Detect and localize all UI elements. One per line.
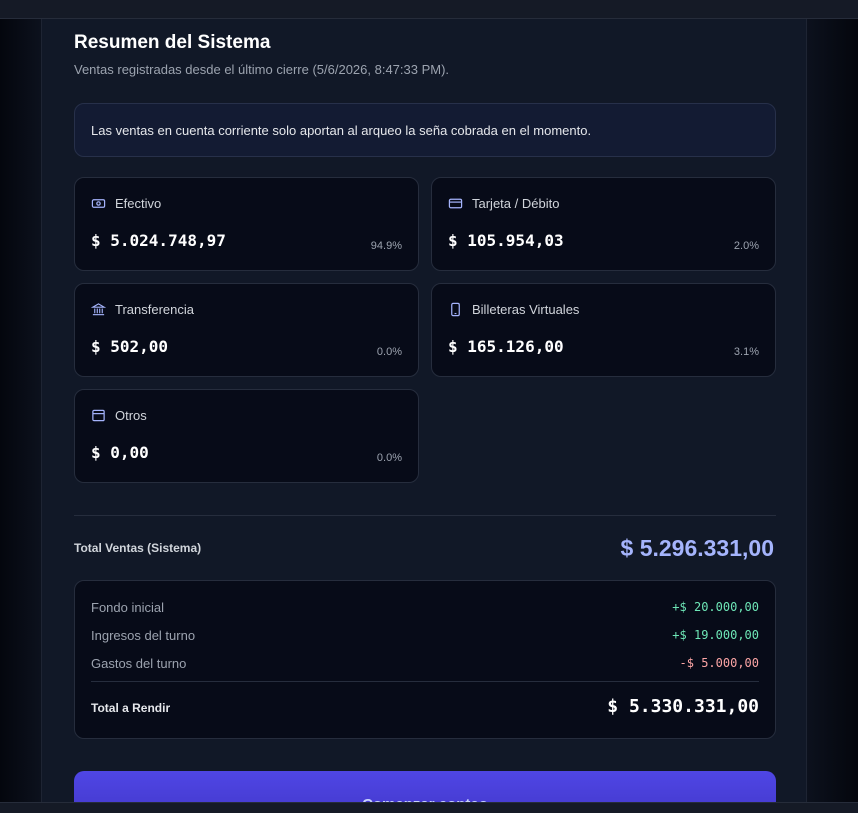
right-backdrop [807,19,858,802]
left-backdrop [0,19,41,802]
summary-row-label: Fondo inicial [91,599,164,615]
notice-text: Las ventas en cuenta corriente solo apor… [91,122,592,138]
info-notice: Las ventas en cuenta corriente solo apor… [74,103,776,157]
summary-row-income: Ingresos del turno +$ 19.000,00 [91,626,759,644]
top-bar [0,0,858,19]
card-amount: $ 502,00 [91,337,169,356]
page-subtitle: Ventas registradas desde el último cierr… [74,62,450,77]
card-label: Efectivo [115,196,162,211]
start-count-button[interactable]: Comenzar conteo [74,771,776,802]
card-amount: $ 0,00 [91,443,149,462]
card-label: Billeteras Virtuales [472,302,580,317]
card-percent: 0.0% [376,346,402,358]
card-label: Otros [115,408,147,423]
summary-row-label: Ingresos del turno [91,627,196,643]
bank-icon [91,303,106,316]
total-to-render-value: $ 5.330.331,00 [607,696,759,717]
summary-divider [91,681,759,682]
section-divider [74,515,776,516]
card-percent: 3.1% [733,346,759,358]
card-percent: 0.0% [376,452,402,464]
total-to-render-label: Total a Rendir [91,701,171,715]
card-percent: 2.0% [733,240,759,252]
system-summary-panel[interactable]: Resumen del Sistema Ventas registradas d… [41,19,807,802]
payment-card-wallets: Billeteras Virtuales $ 165.126,00 3.1% [431,283,776,377]
smartphone-icon [451,302,460,317]
card-amount: $ 165.126,00 [448,337,564,356]
archive-icon [92,409,105,422]
credit-card-icon [448,198,463,209]
cash-summary-box: Fondo inicial +$ 20.000,00 Ingresos del … [74,580,776,739]
cash-icon [91,199,106,208]
card-percent: 94.9% [370,240,402,252]
summary-row-label: Gastos del turno [91,655,187,671]
summary-row-value: +$ 19.000,00 [672,628,759,642]
card-amount: $ 5.024.748,97 [91,231,226,250]
summary-row-initial-fund: Fondo inicial +$ 20.000,00 [91,598,759,616]
card-amount: $ 105.954,03 [448,231,564,250]
card-label: Tarjeta / Débito [472,196,560,211]
summary-row-value: +$ 20.000,00 [672,600,759,614]
total-sales-value: $ 5.296.331,00 [620,535,774,561]
payment-card-transfer: Transferencia $ 502,00 0.0% [74,283,419,377]
page-title: Resumen del Sistema [74,32,271,53]
payment-card-debit: Tarjeta / Débito $ 105.954,03 2.0% [431,177,776,271]
card-label: Transferencia [115,302,194,317]
total-sales-label: Total Ventas (Sistema) [74,541,202,555]
summary-row-value: -$ 5.000,00 [679,656,759,670]
bottom-bar [0,802,858,813]
summary-row-expenses: Gastos del turno -$ 5.000,00 [91,654,759,672]
payment-card-others: Otros $ 0,00 0.0% [74,389,419,483]
payment-card-cash: Efectivo $ 5.024.748,97 94.9% [74,177,419,271]
